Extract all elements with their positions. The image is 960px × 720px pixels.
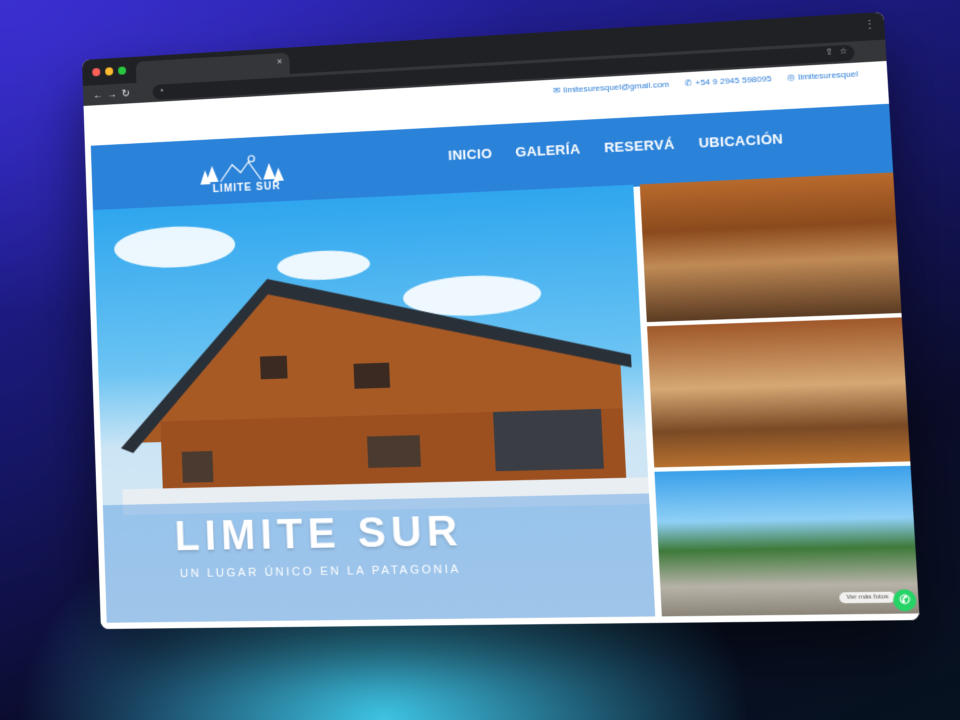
main-nav: INICIO GALERÍA RESERVÁ UBICACIÓN <box>448 131 784 164</box>
email-text: limitesuresquel@gmail.com <box>563 78 670 95</box>
see-more-photos-button[interactable]: Ver más fotos <box>839 591 896 604</box>
instagram-text: limitesuresquel <box>797 68 859 82</box>
gallery-photo-kitchen[interactable] <box>647 317 911 468</box>
hero-title: LIMITE SUR <box>173 508 464 560</box>
nav-inicio[interactable]: INICIO <box>448 145 493 163</box>
phone-text: +54 9 2945 598095 <box>694 73 772 87</box>
phone-icon: ✆ <box>684 77 693 88</box>
mail-icon: ✉ <box>552 84 561 95</box>
nav-galeria[interactable]: GALERÍA <box>515 141 581 160</box>
contact-email[interactable]: ✉ limitesuresquel@gmail.com <box>553 79 670 95</box>
share-icon[interactable]: ⇪ <box>825 47 833 57</box>
gallery-photo-living-room[interactable] <box>639 172 902 323</box>
minimize-window-button[interactable] <box>105 67 114 76</box>
gallery-grid: Ver más fotos ✆ <box>639 172 920 617</box>
reload-icon[interactable]: ↻ <box>119 88 133 100</box>
wooden-cabin-illustration <box>115 264 650 516</box>
browser-window: × ⋮ ← → ↻ ▪ ⇪ ☆ ✉ limitesuresquel@gmail.… <box>82 11 920 630</box>
contact-instagram[interactable]: ◎ limitesuresquel <box>787 68 858 81</box>
omnibox-actions: ⇪ ☆ <box>825 46 848 57</box>
nav-reserva[interactable]: RESERVÁ <box>604 136 675 155</box>
contact-phone[interactable]: ✆ +54 9 2945 598095 <box>684 73 771 87</box>
hero-image: LIMITE SUR UN LUGAR ÚNICO EN LA PATAGONI… <box>92 184 656 623</box>
nav-ubicacion[interactable]: UBICACIÓN <box>698 131 783 151</box>
web-page: ✉ limitesuresquel@gmail.com ✆ +54 9 2945… <box>83 60 920 630</box>
close-window-button[interactable] <box>92 67 101 77</box>
back-icon[interactable]: ← <box>91 89 105 101</box>
cloud-shape <box>113 223 236 270</box>
window-controls <box>92 66 127 77</box>
instagram-icon: ◎ <box>786 71 796 82</box>
bookmark-star-icon[interactable]: ☆ <box>839 46 848 56</box>
gallery-photo-exterior[interactable]: Ver más fotos ✆ <box>654 465 920 617</box>
forward-icon[interactable]: → <box>105 88 119 101</box>
tab-close-icon[interactable]: × <box>277 56 283 66</box>
browser-menu-icon[interactable]: ⋮ <box>864 19 876 31</box>
whatsapp-icon[interactable]: ✆ <box>892 589 917 612</box>
lock-icon: ▪ <box>160 85 164 95</box>
maximize-window-button[interactable] <box>117 66 127 75</box>
